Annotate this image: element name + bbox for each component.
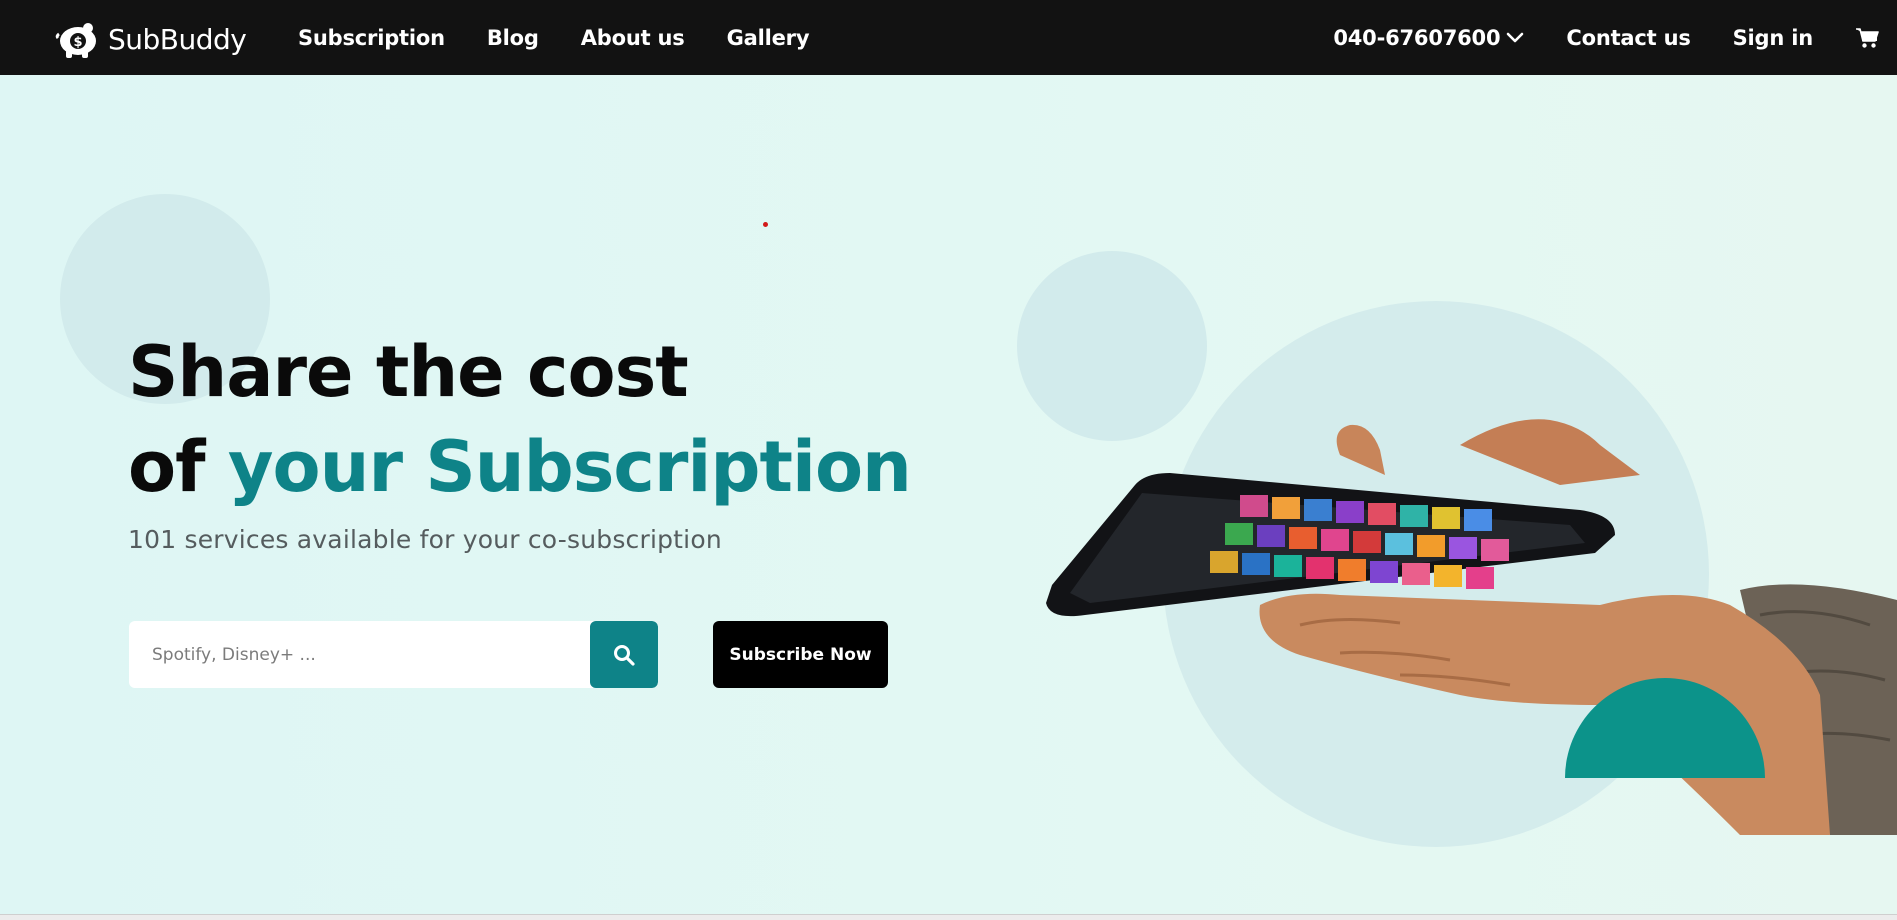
headline-line-1: Share the cost: [128, 331, 689, 413]
hero-subtitle: 101 services available for your co-subsc…: [128, 525, 722, 554]
headline-accent: your Subscription: [227, 426, 912, 508]
search-button[interactable]: [590, 621, 658, 688]
phone-dropdown[interactable]: 040-67607600: [1333, 26, 1524, 50]
search-input[interactable]: [129, 621, 590, 688]
phone-number: 040-67607600: [1333, 25, 1501, 50]
search-icon: [614, 644, 635, 666]
decor-dot: [763, 222, 768, 227]
nav-link-blog[interactable]: Blog: [487, 26, 539, 50]
chevron-down-icon: [1507, 32, 1524, 42]
nav-link-sign-in[interactable]: Sign in: [1733, 26, 1814, 50]
nav-link-contact-us[interactable]: Contact us: [1566, 26, 1690, 50]
subscribe-now-button[interactable]: Subscribe Now: [713, 621, 888, 688]
hand-holding-phone-image: [1046, 419, 1897, 835]
headline-line-2-prefix: of: [128, 426, 228, 508]
nav-link-subscription[interactable]: Subscription: [298, 26, 445, 50]
hero-headline: Share the cost of your Subscription: [128, 325, 912, 515]
secondary-nav: 040-67607600 Contact us Sign in: [1333, 0, 1879, 75]
brand-name: SubBuddy: [108, 22, 247, 56]
svg-text:$: $: [73, 35, 82, 50]
hero-section: Share the cost of your Subscription 101 …: [0, 75, 1897, 915]
page-bottom-edge: [0, 914, 1897, 920]
cart-icon[interactable]: [1855, 27, 1879, 49]
piggy-bank-logo-icon: $: [55, 23, 96, 58]
search-bar: [129, 621, 658, 688]
brand-link[interactable]: $ SubBuddy: [54, 18, 247, 60]
primary-nav: Subscription Blog About us Gallery: [298, 0, 810, 75]
top-navbar: $ SubBuddy Subscription Blog About us Ga…: [0, 0, 1897, 75]
nav-link-gallery[interactable]: Gallery: [727, 26, 810, 50]
nav-link-about-us[interactable]: About us: [581, 26, 685, 50]
